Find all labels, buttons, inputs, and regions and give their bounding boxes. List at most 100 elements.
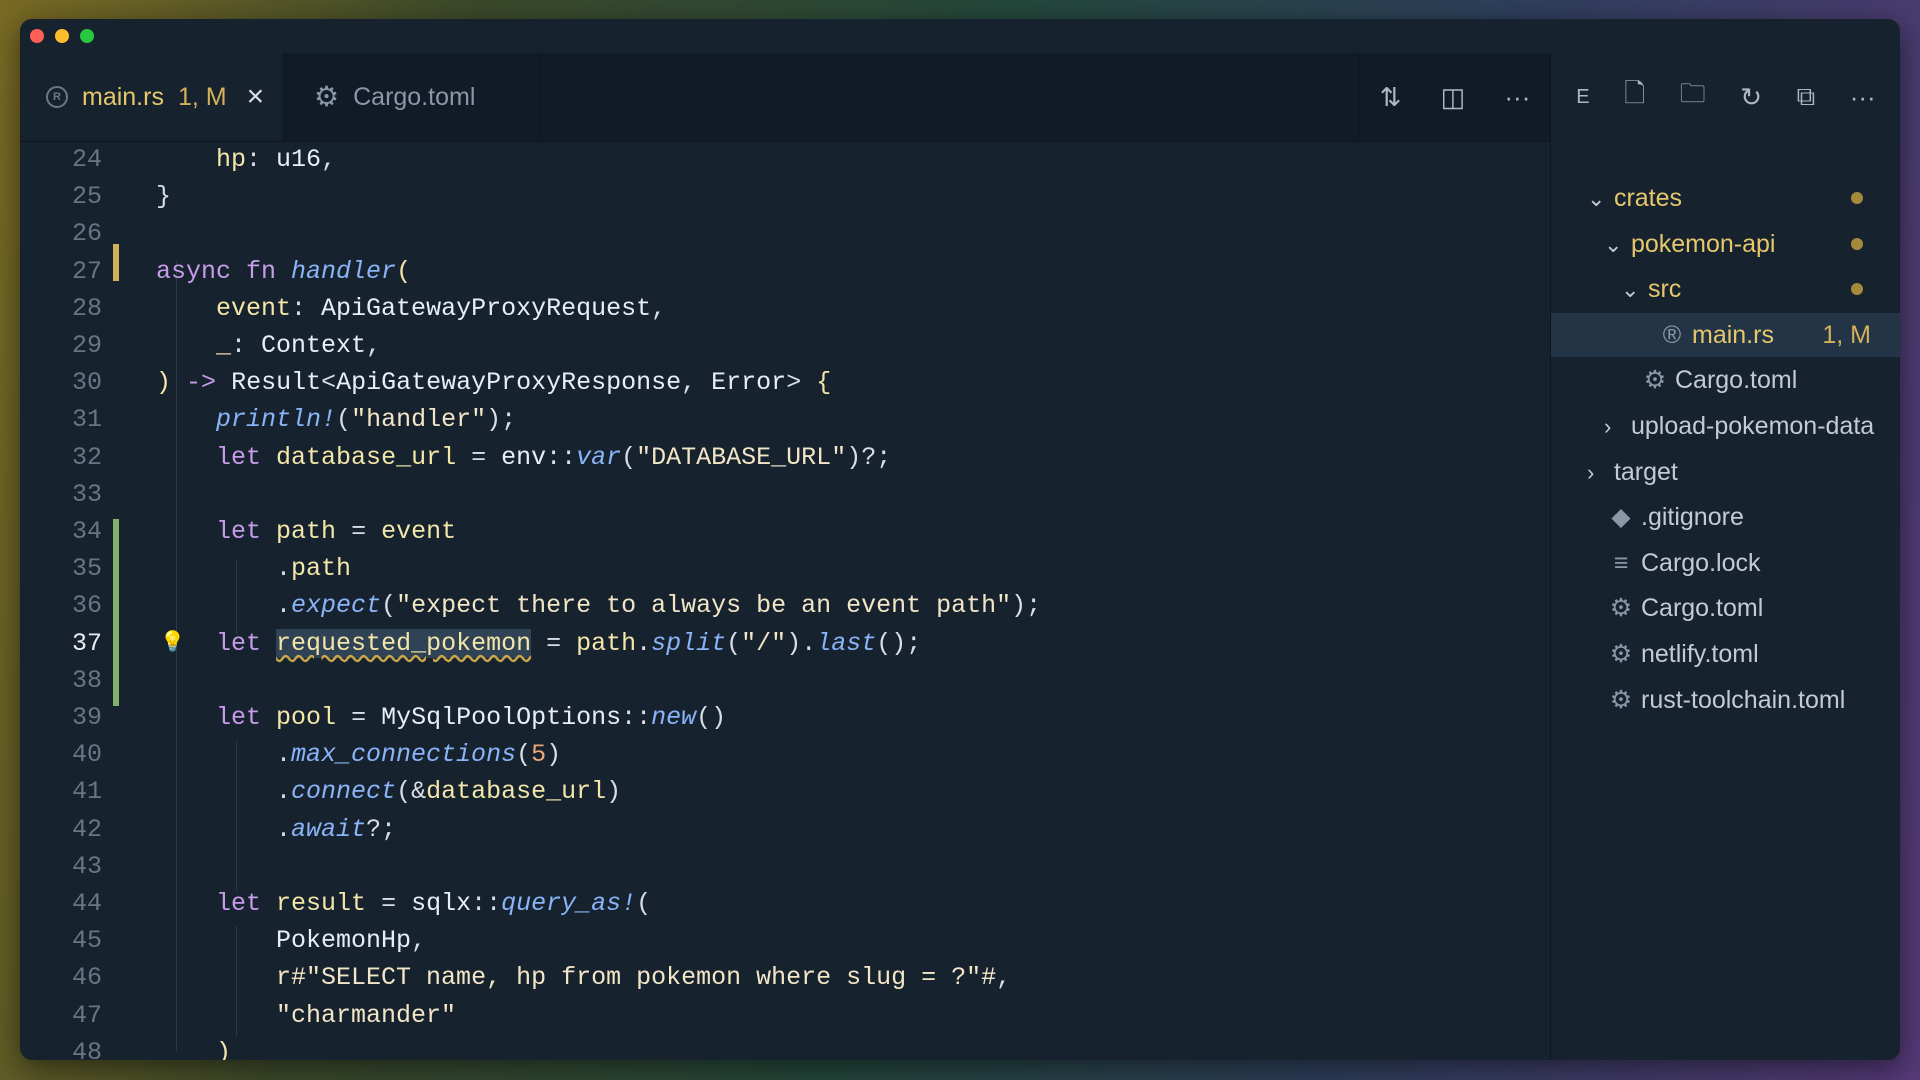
code-line[interactable]: 33 (20, 476, 1520, 513)
code-line[interactable]: 30) -> Result<ApiGatewayProxyResponse, E… (20, 364, 1520, 401)
code-line[interactable]: 42 .await?; (20, 811, 1520, 848)
line-number: 38 (71, 665, 102, 695)
code-line[interactable]: 31 println!("handler"); (20, 401, 1520, 438)
code-text: let requested_pokemon = path.split("/").… (216, 628, 922, 658)
refresh-icon[interactable]: ↻ (1740, 82, 1762, 113)
close-window-button[interactable] (30, 29, 44, 43)
line-number: 41 (71, 777, 102, 807)
editor-window: R main.rs 1, M × ⚙ Cargo.toml ⇅ ◫ ··· 24 h… (20, 19, 1900, 1060)
rust-icon: R (46, 86, 68, 108)
gear-icon: ⚙ (1609, 685, 1633, 714)
tab-label: main.rs (82, 82, 164, 111)
code-text: .path (156, 554, 352, 584)
tree-item[interactable]: › target (1551, 450, 1900, 494)
code-text: .max_connections(5) (156, 740, 562, 770)
tree-item-label: main.rs (1692, 320, 1774, 349)
tree-item[interactable]: ⌄ src (1551, 267, 1900, 311)
code-line[interactable]: 37 let requested_pokemon = path.split("/… (20, 625, 1520, 662)
code-line[interactable]: 25} (20, 178, 1520, 215)
tree-item[interactable]: ⌄ pokemon-api (1551, 222, 1900, 266)
line-number: 34 (71, 517, 102, 546)
code-line[interactable]: 44 let result = sqlx::query_as!( (20, 885, 1520, 922)
code-text: let database_url = env::var("DATABASE_UR… (216, 442, 892, 472)
chevron-down-icon: ⌄ (1621, 277, 1640, 303)
code-text: PokemonHp, (276, 926, 427, 956)
line-number: 29 (71, 331, 102, 360)
explorer-label[interactable]: E (1576, 86, 1589, 109)
code-line[interactable]: 46 r#"SELECT name, hp from pokemon where… (20, 959, 1520, 996)
tree-item[interactable]: ◆ .gitignore (1551, 495, 1900, 539)
tree-item[interactable]: ⚙ Cargo.toml (1551, 358, 1900, 402)
code-text: let path = event (216, 517, 457, 546)
code-text: ) (216, 1037, 232, 1060)
more-actions-icon[interactable]: ··· (1504, 82, 1530, 113)
tree-item[interactable]: ≡ Cargo.lock (1551, 541, 1900, 585)
code-line[interactable]: 27 async fn handler( (20, 253, 1520, 290)
compare-changes-icon[interactable]: ⇅ (1380, 82, 1402, 113)
lightbulb-icon[interactable]: 💡 (160, 625, 185, 662)
code-line[interactable]: 45 PokemonHp, (20, 922, 1520, 959)
code-line[interactable]: 29 _: Context, (20, 327, 1520, 364)
tree-item-label: src (1647, 275, 1682, 304)
code-line[interactable]: 43 (20, 848, 1520, 885)
line-number: 26 (71, 219, 102, 249)
line-number: 44 (71, 889, 102, 918)
code-text: println!("handler"); (216, 405, 517, 435)
more-icon[interactable]: ··· (1850, 82, 1876, 113)
tab-cargo-toml[interactable]: ⚙ Cargo.toml (282, 53, 540, 141)
modified-dot-icon (1851, 283, 1863, 296)
tree-item-label: crates (1613, 184, 1683, 212)
tab-label: Cargo.toml (353, 82, 476, 111)
tab-status: 1, M (177, 82, 227, 111)
chevron-right-icon: › (1604, 414, 1612, 439)
tree-item[interactable]: ⚙ Cargo.toml (1551, 586, 1900, 630)
code-line[interactable]: 28 event: ApiGatewayProxyRequest, (20, 290, 1520, 327)
chevron-down-icon: ⌄ (1587, 186, 1606, 211)
code-editor[interactable]: 24 hp: u16, 25} 26 27 async fn handler(28 ev… (20, 141, 1550, 1060)
explorer-sidebar: E 🗋 🗀 ↻ ⧉ ··· ⌄ crates ⌄ pokemon-api ⌄ src ® main… (1550, 53, 1900, 1060)
tree-item-label: upload-pokemon-data (1630, 412, 1875, 440)
code-line[interactable]: 34 let path = event (20, 513, 1520, 550)
line-number: 46 (71, 963, 102, 993)
code-line[interactable]: 41 .connect(&database_url) (20, 773, 1520, 810)
code-line[interactable]: 35 .path (20, 550, 1520, 587)
split-editor-icon[interactable]: ◫ (1441, 82, 1466, 113)
tree-item-label: Cargo.toml (1675, 366, 1798, 395)
code-line[interactable]: 38 (20, 662, 1520, 699)
tree-item[interactable]: ⚙ rust-toolchain.toml (1551, 678, 1900, 722)
line-number: 47 (71, 1000, 102, 1030)
code-line[interactable]: 36 .expect("expect there to always be an… (20, 587, 1520, 624)
collapse-all-icon[interactable]: ⧉ (1797, 81, 1816, 113)
gear-icon: ⚙ (1643, 366, 1667, 395)
new-folder-icon[interactable]: 🗀 (1680, 75, 1706, 119)
gear-icon: ⚙ (1609, 640, 1633, 668)
lock-file-icon: ≡ (1613, 548, 1629, 577)
tree-item-label: target (1613, 457, 1678, 486)
close-tab-icon[interactable]: × (247, 82, 265, 112)
code-line[interactable]: 26 (20, 215, 1520, 252)
maximize-window-button[interactable] (80, 29, 94, 43)
line-number: 45 (71, 926, 102, 956)
code-text: } (156, 182, 172, 212)
code-line[interactable]: 48 ) (20, 1034, 1520, 1060)
code-line[interactable]: 32 let database_url = env::var("DATABASE… (20, 439, 1520, 476)
tree-item[interactable]: › upload-pokemon-data (1551, 404, 1900, 448)
minimize-window-button[interactable] (55, 29, 69, 43)
tree-item-label: Cargo.lock (1641, 548, 1761, 577)
code-line[interactable]: 24 hp: u16, (20, 141, 1520, 178)
line-number: 24 (71, 145, 102, 174)
code-line[interactable]: 40 .max_connections(5) (20, 736, 1520, 773)
new-file-icon[interactable]: 🗋 (1624, 75, 1645, 119)
line-number: 43 (71, 851, 102, 881)
tree-item[interactable]: ⌄ crates (1551, 176, 1900, 220)
tree-item[interactable]: ® main.rs 1, M (1551, 312, 1900, 357)
code-line[interactable]: 39 let pool = MySqlPoolOptions::new() (20, 699, 1520, 736)
line-number: 48 (71, 1037, 102, 1060)
line-number: 39 (71, 703, 102, 732)
tab-main-rs[interactable]: R main.rs 1, M × (20, 53, 282, 141)
line-number: 28 (71, 293, 102, 323)
tree-item[interactable]: ⚙ netlify.toml (1551, 632, 1900, 676)
code-line[interactable]: 47 "charmander" (20, 997, 1520, 1034)
modified-dot-icon (1851, 192, 1863, 204)
line-number: 31 (71, 405, 102, 435)
